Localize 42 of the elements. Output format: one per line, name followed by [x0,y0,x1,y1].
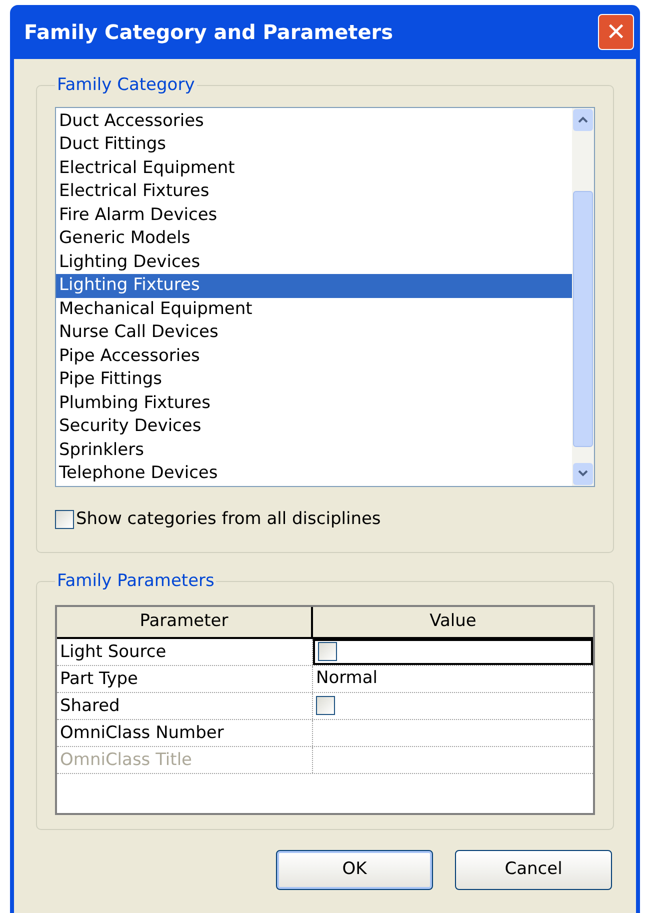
value-cell[interactable]: Normal [313,666,593,692]
list-item[interactable]: Security Devices [56,415,572,438]
list-item[interactable]: Duct Fittings [56,133,572,156]
parameter-name-cell: Shared [57,692,313,718]
list-item[interactable]: Generic Models [56,227,572,250]
group-label: Family Category [56,74,196,97]
list-item[interactable]: Fire Alarm Devices [56,204,572,227]
chevron-down-icon [578,470,588,477]
list-item[interactable]: Mechanical Equipment [56,298,572,321]
dialog-button[interactable]: Cancel [455,850,612,890]
checkbox[interactable] [55,510,74,529]
chevron-up-icon [578,116,588,123]
parameter-name-cell: OmniClass Title [57,746,313,772]
parameter-name-cell: Part Type [57,666,313,692]
list-item[interactable]: Sprinklers [56,438,572,462]
scrollbar[interactable] [572,108,594,486]
list-item[interactable]: Plumbing Fixtures [56,392,572,415]
value-text: Normal [316,666,378,690]
scroll-thumb[interactable] [573,190,593,446]
list-item[interactable]: Electrical Equipment [56,156,572,180]
list-item[interactable]: Telephone Devices [56,462,572,486]
dialog-button[interactable]: OK [276,850,433,890]
list-item[interactable]: Pipe Fittings [56,368,572,392]
scroll-up-button[interactable] [573,108,593,130]
checkbox-label: Show categories from all disciplines [76,508,381,530]
parameter-name-cell: Light Source [57,638,313,664]
close-button[interactable]: ✕ [598,14,634,50]
column-header[interactable]: Value [313,606,593,636]
list-item[interactable]: Nurse Call Devices [56,321,572,344]
list-item[interactable]: Pipe Accessories [56,344,572,368]
column-header[interactable]: Parameter [57,606,313,636]
list-item[interactable]: Duct Accessories [56,110,572,133]
window-title: Family Category and Parameters [24,19,394,46]
list-item[interactable]: Electrical Fixtures [56,180,572,204]
value-checkbox[interactable] [318,642,337,661]
list-item[interactable]: Lighting Devices [56,250,572,274]
parameter-name-cell: OmniClass Number [57,720,313,746]
value-cell[interactable] [313,638,593,664]
value-checkbox[interactable] [316,696,335,715]
scroll-down-button[interactable] [573,462,593,484]
group-label: Family Parameters [56,570,216,593]
list-item[interactable]: Lighting Fixtures [56,274,572,298]
